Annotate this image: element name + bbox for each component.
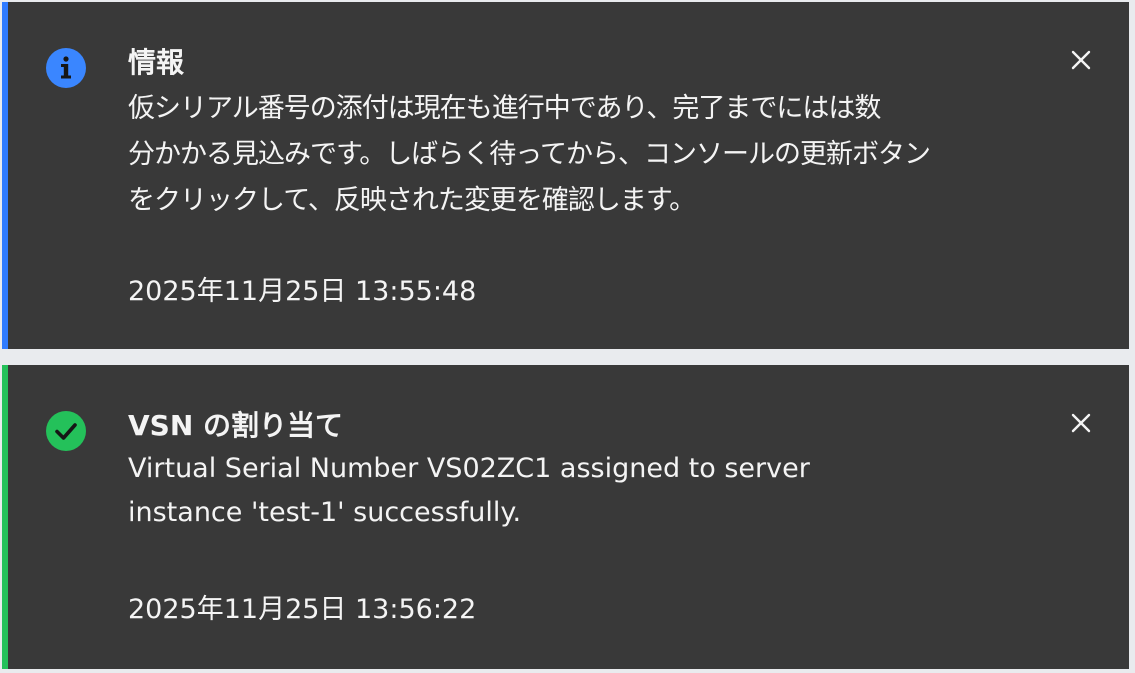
close-icon: [1071, 413, 1091, 433]
info-icon: [44, 46, 88, 90]
notification-title: 情報: [128, 46, 185, 79]
message-line: をクリックして、反映された変更を確認します。: [128, 185, 696, 216]
notification-timestamp: 2025年11月25日 13:55:48: [128, 276, 477, 307]
close-notification-button[interactable]: [1063, 405, 1099, 441]
success-notification: VSN の割り当て Virtual Serial Number VS02ZC1 …: [2, 365, 1129, 669]
message-line: 分かかる見込みです。しばらく待ってから、コンソールの更新ボタン: [128, 139, 931, 170]
checkmark-filled-icon: [44, 409, 88, 453]
notification-accent-bar: [2, 2, 8, 349]
notification-timestamp: 2025年11月25日 13:56:22: [128, 594, 477, 625]
message-line: instance 'test-1' successfully.: [128, 497, 522, 528]
notification-title: VSN の割り当て: [128, 409, 344, 442]
info-notification: 情報 仮シリアル番号の添付は現在も進行中であり、完了までにはは数 分かかる見込み…: [2, 2, 1129, 349]
close-notification-button[interactable]: [1063, 42, 1099, 78]
notification-message: 仮シリアル番号の添付は現在も進行中であり、完了までにはは数 分かかる見込みです。…: [128, 86, 978, 224]
message-line: 仮シリアル番号の添付は現在も進行中であり、完了までにはは数: [128, 93, 881, 124]
notification-accent-bar: [2, 365, 8, 669]
close-icon: [1071, 50, 1091, 70]
notification-message: Virtual Serial Number VS02ZC1 assigned t…: [128, 447, 928, 535]
message-line: Virtual Serial Number VS02ZC1 assigned t…: [128, 453, 810, 484]
